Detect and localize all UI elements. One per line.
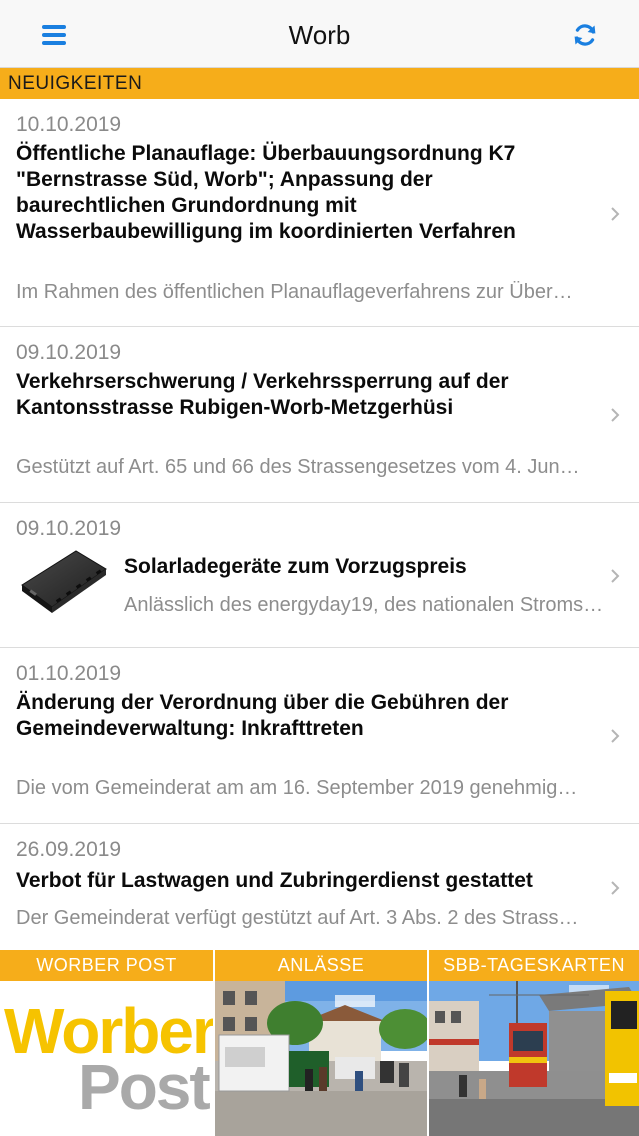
tile-sbb-tageskarten[interactable]: SBB-TAGESKARTEN (429, 950, 639, 1136)
news-title: Verkehrserschwerung / Verkehrssperrung a… (16, 370, 509, 419)
chevron-right-icon (611, 569, 620, 583)
news-date: 09.10.2019 (16, 341, 122, 364)
section-title: NEUIGKEITEN (8, 73, 143, 94)
news-item[interactable]: 09.10.2019 Solarladegeräte zum Vorzugspr… (0, 503, 639, 648)
navigation-bar: Worb (0, 0, 639, 68)
news-excerpt: Gestützt auf Art. 65 und 66 des Strassen… (16, 456, 581, 478)
section-header-news: NEUIGKEITEN (0, 68, 639, 99)
market-square-photo (215, 981, 427, 1136)
refresh-icon[interactable] (572, 22, 598, 48)
worber-post-logo: Worber Post. (0, 981, 213, 1136)
news-item[interactable]: 26.09.2019 Verbot für Lastwagen und Zubr… (0, 824, 639, 950)
news-item[interactable]: 10.10.2019 Öffentliche Planauflage: Über… (0, 99, 639, 327)
news-date: 26.09.2019 (16, 838, 122, 861)
news-date: 10.10.2019 (16, 113, 122, 136)
chevron-right-icon (611, 881, 620, 895)
news-title: Solarladegeräte zum Vorzugspreis (124, 555, 467, 578)
logo-word-post: Post. (78, 1051, 213, 1123)
tile-label: ANLÄSSE (215, 950, 427, 981)
chevron-right-icon (611, 207, 620, 221)
news-date: 09.10.2019 (16, 517, 122, 540)
train-station-photo (429, 981, 639, 1136)
news-item[interactable]: 01.10.2019 Änderung der Verordnung über … (0, 648, 639, 824)
chevron-right-icon (611, 729, 620, 743)
news-date: 01.10.2019 (16, 662, 122, 685)
news-title: Verbot für Lastwagen und Zubringerdienst… (16, 869, 533, 892)
news-item[interactable]: 09.10.2019 Verkehrserschwerung / Verkehr… (0, 327, 639, 503)
news-excerpt: Der Gemeinderat verfügt gestützt auf Art… (16, 907, 581, 929)
news-title: Änderung der Verordnung über die Gebühre… (16, 691, 509, 740)
page-title: Worb (288, 20, 351, 50)
tile-label: SBB-TAGESKARTEN (429, 950, 639, 981)
tile-anlaesse[interactable]: ANLÄSSE (215, 950, 427, 1136)
tile-worber-post[interactable]: WORBER POST Worber Post. (0, 950, 213, 1136)
tile-label: WORBER POST (0, 950, 213, 981)
chevron-right-icon (611, 408, 620, 422)
news-excerpt: Die vom Gemeinderat am am 16. September … (16, 777, 581, 799)
news-excerpt: Im Rahmen des öffentlichen Planauflageve… (16, 281, 581, 303)
news-excerpt: Anlässlich des energyday19, des national… (124, 594, 608, 616)
solar-charger-thumbnail (21, 550, 107, 613)
news-title: Öffentliche Planauflage: Überbauungsordn… (16, 142, 516, 243)
shortcut-tiles: WORBER POST Worber Post. ANLÄSSE (0, 950, 639, 1136)
